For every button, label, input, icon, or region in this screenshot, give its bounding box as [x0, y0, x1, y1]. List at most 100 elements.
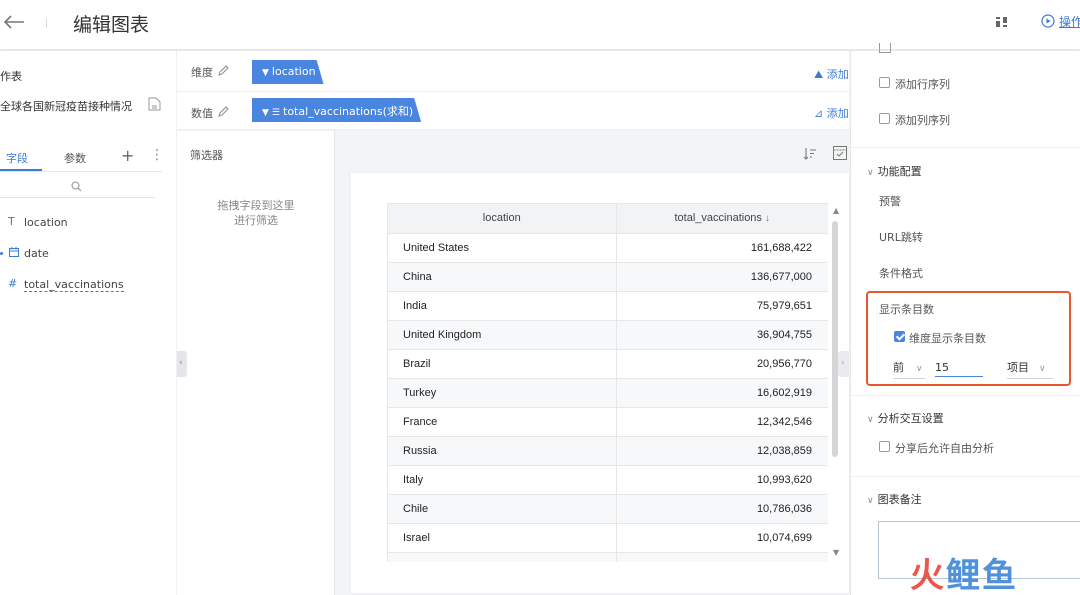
left-panel: 作表 全球各国新冠疫苗接种情况 字段 参数 + ⋮ T location dat…: [0, 51, 176, 595]
cell-total-vaccinations: 12,342,546: [616, 407, 828, 437]
header-label: total_vaccinations: [674, 212, 762, 225]
cell-location: Russia: [388, 436, 617, 466]
chevron-down-icon: ∨: [867, 415, 874, 425]
document-icon[interactable]: [148, 97, 161, 111]
table-row[interactable]: United Kingdom 36,904,755: [388, 320, 828, 350]
operation-link[interactable]: 操作: [1059, 13, 1080, 30]
cell-location: United Kingdom: [388, 320, 617, 350]
number-type-icon: #: [8, 277, 18, 290]
dimension-add-link[interactable]: ⛰ 添加: [814, 66, 849, 82]
highlight-box: [866, 291, 1071, 386]
table-row[interactable]: Brazil 20,956,770: [388, 349, 828, 379]
scroll-down-icon[interactable]: ▼: [833, 548, 839, 557]
table-row[interactable]: Israel 10,074,699: [388, 523, 828, 553]
calendar-icon: [9, 247, 19, 257]
watermark-logo: 火鲤鱼: [910, 548, 1018, 595]
scroll-up-icon[interactable]: ▲: [833, 206, 839, 215]
field-item-location[interactable]: T location: [0, 214, 176, 232]
chevron-down-icon: ∨: [867, 496, 874, 506]
cell-total-vaccinations: 75,979,651: [616, 291, 828, 321]
field-item-total-vaccinations[interactable]: # total_vaccinations: [0, 276, 176, 294]
section-divider: [851, 476, 1080, 477]
table-row[interactable]: Chile 10,786,036: [388, 494, 828, 524]
url-jump-option[interactable]: URL跳转: [879, 229, 923, 245]
add-row-seq-label: 添加行序列: [895, 78, 950, 91]
data-table-viewport: location total_vaccinations ↓ United Sta…: [387, 203, 828, 562]
add-label: 添加: [826, 68, 849, 81]
cell-total-vaccinations: 10,074,699: [616, 523, 828, 553]
sort-desc-icon[interactable]: ↓: [765, 213, 770, 224]
add-col-seq-checkbox[interactable]: [879, 113, 890, 124]
text-type-icon: T: [8, 215, 15, 228]
filter-hint-line1: 拖拽字段到这里: [217, 199, 295, 212]
chart-canvas: location total_vaccinations ↓ United Sta…: [336, 131, 849, 595]
table-card: location total_vaccinations ↓ United Sta…: [351, 173, 849, 593]
field-label: total_vaccinations: [24, 278, 124, 292]
cell-location: [388, 552, 617, 562]
field-label: location: [24, 216, 68, 229]
section-title: 功能配置: [877, 165, 922, 178]
cell-total-vaccinations: 161,688,422: [616, 233, 828, 263]
value-pill[interactable]: ▼ ☰ total_vaccinations(求和): [252, 98, 421, 122]
pill-label: location: [271, 65, 316, 78]
table-row[interactable]: United States 161,688,422: [388, 233, 828, 263]
chart-add-icon: ⊿: [814, 107, 827, 120]
column-header-total-vaccinations[interactable]: total_vaccinations ↓: [616, 204, 828, 234]
tab-fields[interactable]: 字段: [6, 150, 28, 166]
conditional-format-option[interactable]: 条件格式: [879, 265, 923, 281]
chevron-down-icon: ▼: [262, 68, 269, 78]
allow-free-analysis-label: 分享后允许自由分析: [895, 442, 994, 455]
dimension-label: 维度: [191, 66, 213, 79]
search-icon: [71, 181, 82, 192]
dataset-name[interactable]: 全球各国新冠疫苗接种情况: [0, 98, 132, 114]
partial-option-icon: [879, 43, 891, 53]
add-row-seq-checkbox[interactable]: [879, 77, 890, 88]
table-row[interactable]: France 12,342,546: [388, 407, 828, 437]
more-icon[interactable]: ⋮: [150, 147, 164, 163]
filter-drop-zone[interactable]: 拖拽字段到这里 进行筛选: [177, 198, 335, 228]
field-item-date[interactable]: date: [0, 245, 176, 263]
value-add-link[interactable]: ⊿ 添加: [814, 105, 849, 121]
cell-location: Israel: [388, 523, 617, 553]
table-row[interactable]: China 136,677,000: [388, 262, 828, 292]
cell-location: India: [388, 291, 617, 321]
collapse-left-panel-button[interactable]: ‹: [177, 351, 187, 377]
allow-free-analysis-checkbox[interactable]: [879, 441, 890, 452]
scrollbar-thumb[interactable]: [832, 221, 838, 457]
alert-option[interactable]: 预警: [879, 193, 901, 209]
section-divider: [851, 147, 1080, 148]
sort-icon[interactable]: [803, 147, 817, 161]
analysis-settings-section[interactable]: ∨ 分析交互设置: [867, 410, 944, 426]
table-settings-icon[interactable]: [833, 146, 847, 160]
back-arrow-icon[interactable]: [2, 12, 26, 32]
add-label: 添加: [826, 107, 849, 120]
play-circle-icon[interactable]: [1041, 14, 1055, 28]
column-header-location[interactable]: location: [388, 204, 617, 234]
table-row[interactable]: Italy 10,993,620: [388, 465, 828, 495]
table-row[interactable]: Russia 12,038,859: [388, 436, 828, 466]
cell-total-vaccinations: 10,993,620: [616, 465, 828, 495]
pencil-icon[interactable]: [218, 106, 229, 117]
function-config-section[interactable]: ∨ 功能配置: [867, 163, 922, 179]
table-header-row: location total_vaccinations ↓: [388, 204, 828, 234]
chart-notes-section[interactable]: ∨ 图表备注: [867, 491, 922, 507]
field-search-input[interactable]: [0, 178, 155, 198]
cell-total-vaccinations: 10,786,036: [616, 494, 828, 524]
add-icon[interactable]: +: [121, 146, 134, 165]
chart-add-icon: ⛰: [814, 68, 827, 81]
chevron-down-icon: ▼: [262, 108, 269, 118]
table-row[interactable]: Turkey 16,602,919: [388, 378, 828, 408]
table-row[interactable]: India 75,979,651: [388, 291, 828, 321]
table-body: United States 161,688,422 China 136,677,000…: [388, 233, 828, 562]
cell-total-vaccinations: 12,038,859: [616, 436, 828, 466]
dimension-pill[interactable]: ▼ location: [252, 60, 324, 84]
tab-params[interactable]: 参数: [64, 150, 86, 166]
bullet-icon: [0, 252, 3, 255]
collapse-right-panel-button[interactable]: ›: [838, 351, 849, 377]
footprint-icon[interactable]: [994, 14, 1010, 30]
cell-location: Italy: [388, 465, 617, 495]
table-row[interactable]: [388, 552, 828, 562]
data-table: location total_vaccinations ↓ United Sta…: [388, 204, 828, 562]
watermark-text-blue: 鲤鱼: [946, 556, 1018, 595]
pencil-icon[interactable]: [218, 65, 229, 76]
